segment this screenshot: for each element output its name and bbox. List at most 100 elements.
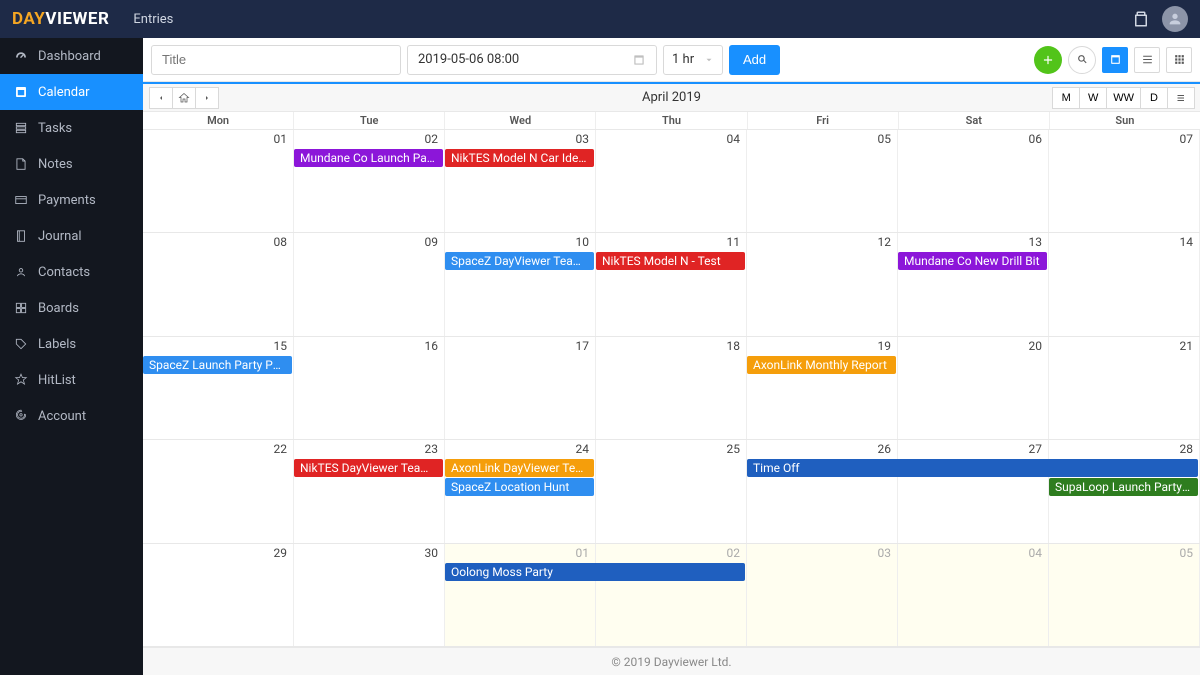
calendar-event[interactable]: Oolong Moss Party (445, 563, 745, 581)
day-number: 05 (878, 132, 892, 146)
calendar-event[interactable]: AxonLink DayViewer Team … (445, 459, 594, 477)
search-button[interactable] (1068, 46, 1096, 74)
sidebar-item-contacts[interactable]: Contacts (0, 254, 143, 290)
day-cell[interactable]: 03 (445, 130, 596, 232)
day-cell[interactable]: 05 (747, 130, 898, 232)
dow-cell: Fri (748, 112, 899, 129)
sidebar-item-label: Calendar (38, 85, 90, 100)
day-cell[interactable]: 25 (596, 440, 747, 542)
day-cell[interactable]: 02 (596, 544, 747, 646)
sidebar-item-account[interactable]: Account (0, 398, 143, 434)
day-cell[interactable]: 15 (143, 337, 294, 439)
calendar-header: April 2019 M W WW D (143, 84, 1200, 112)
day-cell[interactable]: 09 (294, 233, 445, 335)
day-cell[interactable]: 01 (143, 130, 294, 232)
day-number: 01 (576, 546, 590, 560)
calendar-event[interactable]: AxonLink Monthly Report (747, 356, 896, 374)
day-cell[interactable]: 18 (596, 337, 747, 439)
calendar-event[interactable]: SpaceZ Launch Party Paym… (143, 356, 292, 374)
day-number: 02 (425, 132, 439, 146)
calendar-event[interactable]: NikTES Model N - Test (596, 252, 745, 270)
date-input[interactable]: 2019-05-06 08:00 (407, 45, 657, 75)
next-button[interactable] (195, 87, 219, 109)
view-day-button[interactable]: D (1140, 87, 1168, 109)
day-number: 01 (274, 132, 288, 146)
dow-cell: Wed (445, 112, 596, 129)
day-cell[interactable]: 27 (898, 440, 1049, 542)
day-cell[interactable]: 10 (445, 233, 596, 335)
day-cell[interactable]: 21 (1049, 337, 1200, 439)
view-agenda-button[interactable] (1167, 87, 1195, 109)
day-number: 03 (878, 546, 892, 560)
main-content: 2019-05-06 08:00 1 hr Add (143, 38, 1200, 675)
title-input[interactable] (151, 45, 401, 75)
day-cell[interactable]: 06 (898, 130, 1049, 232)
day-cell[interactable]: 23 (294, 440, 445, 542)
day-cell[interactable]: 12 (747, 233, 898, 335)
calendar-event[interactable]: SpaceZ Location Hunt (445, 478, 594, 496)
day-cell[interactable]: 20 (898, 337, 1049, 439)
day-cell[interactable]: 04 (596, 130, 747, 232)
sidebar-item-boards[interactable]: Boards (0, 290, 143, 326)
day-cell[interactable]: 01 (445, 544, 596, 646)
add-button[interactable]: Add (729, 45, 780, 75)
today-button[interactable] (172, 87, 196, 109)
sidebar-item-journal[interactable]: Journal (0, 218, 143, 254)
sidebar-item-calendar[interactable]: Calendar (0, 74, 143, 110)
day-cell[interactable]: 08 (143, 233, 294, 335)
sidebar-item-label: HitList (38, 373, 76, 388)
sidebar-item-tasks[interactable]: Tasks (0, 110, 143, 146)
calendar-event[interactable]: SpaceZ DayViewer Team Ro… (445, 252, 594, 270)
calendar-view-button[interactable] (1102, 47, 1128, 73)
calendar-event[interactable]: Mundane Co New Drill Bit (898, 252, 1047, 270)
calendar-event[interactable]: SupaLoop Launch Party Pa… (1049, 478, 1198, 496)
day-number: 17 (576, 339, 590, 353)
day-number: 15 (274, 339, 288, 353)
dow-cell: Sat (899, 112, 1050, 129)
day-cell[interactable]: 11 (596, 233, 747, 335)
day-number: 25 (727, 442, 741, 456)
view-workweek-button[interactable]: WW (1106, 87, 1141, 109)
sidebar-item-dashboard[interactable]: Dashboard (0, 38, 143, 74)
entries-menu[interactable]: Entries (127, 12, 173, 27)
view-month-button[interactable]: M (1052, 87, 1080, 109)
day-cell[interactable]: 05 (1049, 544, 1200, 646)
grid-view-button[interactable] (1166, 47, 1192, 73)
day-cell[interactable]: 22 (143, 440, 294, 542)
prev-button[interactable] (149, 87, 173, 109)
day-number: 06 (1029, 132, 1043, 146)
day-cell[interactable]: 02 (294, 130, 445, 232)
list-view-button[interactable] (1134, 47, 1160, 73)
day-cell[interactable]: 26 (747, 440, 898, 542)
day-number: 30 (425, 546, 439, 560)
user-avatar[interactable] (1162, 6, 1188, 32)
day-cell[interactable]: 03 (747, 544, 898, 646)
day-number: 07 (1180, 132, 1194, 146)
day-number: 28 (1180, 442, 1194, 456)
calendar-event[interactable]: Mundane Co Launch Party … (294, 149, 443, 167)
dow-row: MonTueWedThuFriSatSun (143, 112, 1200, 130)
day-number: 22 (274, 442, 288, 456)
day-cell[interactable]: 17 (445, 337, 596, 439)
day-cell[interactable]: 19 (747, 337, 898, 439)
duration-value: 1 hr (672, 52, 694, 67)
day-cell[interactable]: 13 (898, 233, 1049, 335)
day-cell[interactable]: 30 (294, 544, 445, 646)
day-cell[interactable]: 04 (898, 544, 1049, 646)
calendar-event[interactable]: Time Off (747, 459, 1198, 477)
date-value: 2019-05-06 08:00 (418, 52, 519, 67)
calendar-event[interactable]: NikTES Model N Car Ideas (445, 149, 594, 167)
sidebar-item-notes[interactable]: Notes (0, 146, 143, 182)
day-cell[interactable]: 07 (1049, 130, 1200, 232)
calendar-event[interactable]: NikTES DayViewer Team Room (294, 459, 443, 477)
create-button[interactable] (1034, 46, 1062, 74)
sidebar-item-hitlist[interactable]: HitList (0, 362, 143, 398)
day-cell[interactable]: 14 (1049, 233, 1200, 335)
duration-select[interactable]: 1 hr (663, 45, 723, 75)
clipboard-icon[interactable] (1132, 10, 1150, 28)
sidebar-item-payments[interactable]: Payments (0, 182, 143, 218)
day-cell[interactable]: 29 (143, 544, 294, 646)
sidebar-item-labels[interactable]: Labels (0, 326, 143, 362)
view-week-button[interactable]: W (1079, 87, 1107, 109)
day-cell[interactable]: 16 (294, 337, 445, 439)
